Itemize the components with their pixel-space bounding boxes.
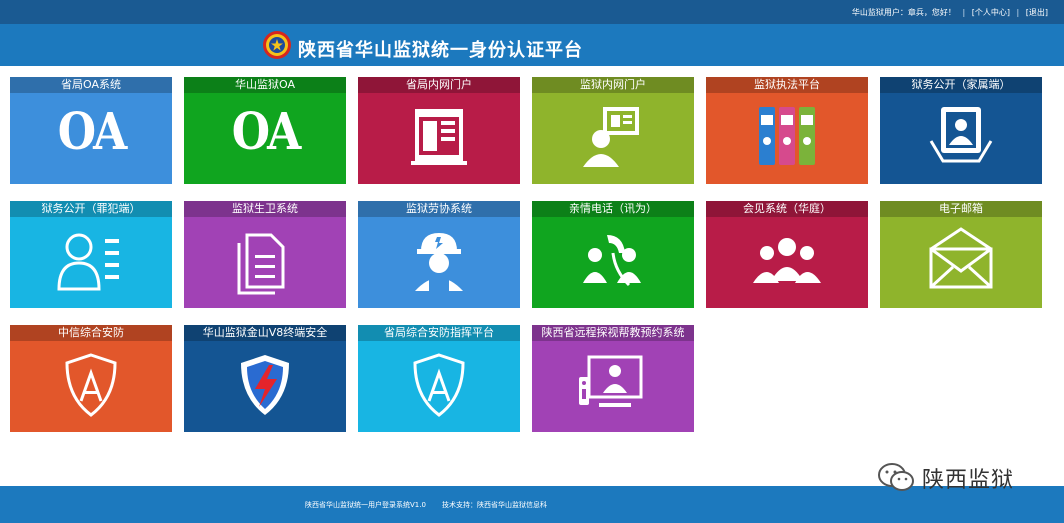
shield-a-icon (65, 353, 117, 417)
oa-text-icon: OA (231, 103, 301, 162)
app-tile-label: 监狱劳协系统 (358, 201, 520, 217)
documents-icon (237, 233, 285, 295)
footer-tech-support: 技术支持：陕西省华山监狱信息科 (442, 501, 547, 509)
person-card-icon (929, 107, 993, 163)
separator: | (962, 8, 966, 17)
shield-lightning-icon (241, 355, 289, 415)
app-tile[interactable]: 电子邮箱 (880, 201, 1042, 308)
app-tile[interactable]: 亲情电话（讯为） (532, 201, 694, 308)
app-tile[interactable]: 中信综合安防 (10, 325, 172, 432)
user-bar: 华山监狱用户：章兵，您好！ | [个人中心] | [退出] (850, 7, 1050, 18)
oa-text-icon: OA (57, 103, 127, 162)
logout-link[interactable]: [退出] (1026, 8, 1048, 17)
app-tile[interactable]: 省局OA系统 OA (10, 77, 172, 184)
app-tile[interactable]: 省局内网门户 (358, 77, 520, 184)
shield-a-icon (413, 353, 465, 417)
people-group-icon (753, 238, 821, 283)
user-greeting: 华山监狱用户：章兵，您好！ (851, 8, 956, 17)
binders-icon (759, 107, 815, 165)
app-tile-label: 华山监狱OA (184, 77, 346, 93)
app-tile-label: 陕西省远程探视帮教预约系统 (532, 325, 694, 341)
app-tile-label: 狱务公开（罪犯端） (10, 201, 172, 217)
app-tile[interactable]: 监狱劳协系统 (358, 201, 520, 308)
footer-copyright: 陕西省华山监狱统一用户登录系统V1.0 (305, 501, 426, 509)
app-tile-label: 中信综合安防 (10, 325, 172, 341)
monitor-person-icon (579, 355, 643, 407)
app-tile[interactable]: 狱务公开（家属端） (880, 77, 1042, 184)
envelope-icon (929, 227, 993, 289)
app-tile-label: 省局OA系统 (10, 77, 172, 93)
wechat-icon (878, 463, 914, 491)
app-tile[interactable]: 会见系统（华庭） (706, 201, 868, 308)
person-screen-icon (583, 107, 639, 167)
app-tile-label: 监狱生卫系统 (184, 201, 346, 217)
app-tile[interactable]: 狱务公开（罪犯端） (10, 201, 172, 308)
app-tile[interactable]: 省局综合安防指挥平台 (358, 325, 520, 432)
app-tile[interactable]: 监狱执法平台 (706, 77, 868, 184)
app-tile-label: 监狱执法平台 (706, 77, 868, 93)
app-tile-label: 狱务公开（家属端） (880, 77, 1042, 93)
app-tile-label: 省局综合安防指挥平台 (358, 325, 520, 341)
app-tile-label: 亲情电话（讯为） (532, 201, 694, 217)
worker-helmet-icon (415, 233, 463, 291)
police-emblem-icon (263, 31, 291, 59)
personal-center-link[interactable]: [个人中心] (972, 8, 1010, 17)
app-tile[interactable]: 监狱生卫系统 (184, 201, 346, 308)
app-tile-label: 监狱内网门户 (532, 77, 694, 93)
app-tile[interactable]: 华山监狱金山V8终端安全 (184, 325, 346, 432)
person-list-icon (57, 233, 119, 291)
app-tile[interactable]: 华山监狱OA OA (184, 77, 346, 184)
app-tile-label: 会见系统（华庭） (706, 201, 868, 217)
app-tile[interactable]: 陕西省远程探视帮教预约系统 (532, 325, 694, 432)
separator: | (1016, 8, 1020, 17)
page-title: 陕西省华山监狱统一身份认证平台 (298, 40, 583, 61)
watermark-text: 陕西监狱 (922, 468, 1015, 493)
app-tile-label: 华山监狱金山V8终端安全 (184, 325, 346, 341)
app-tile[interactable]: 监狱内网门户 (532, 77, 694, 184)
phone-people-icon (583, 235, 641, 287)
portal-window-icon (411, 109, 467, 165)
app-tile-label: 电子邮箱 (880, 201, 1042, 217)
app-tile-label: 省局内网门户 (358, 77, 520, 93)
